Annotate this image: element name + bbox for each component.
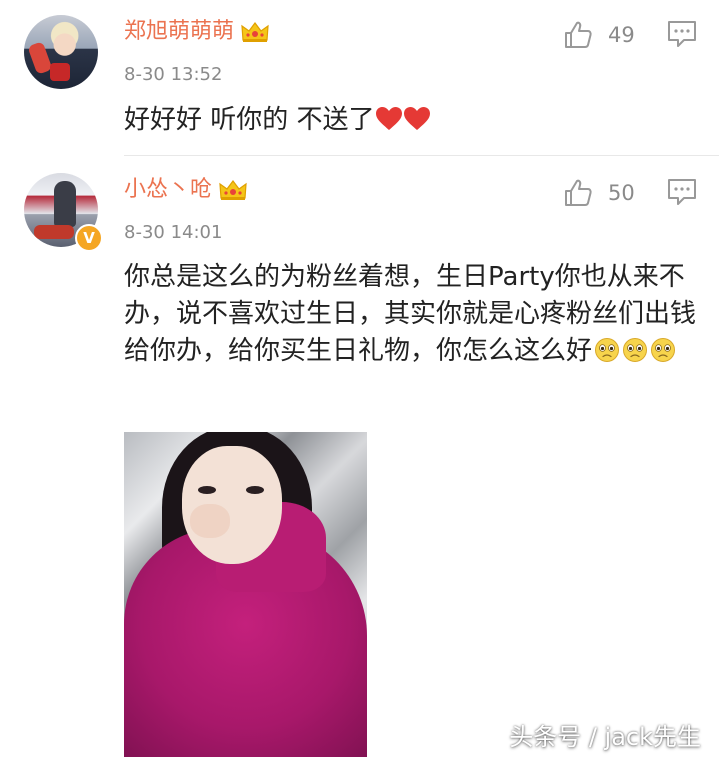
verified-badge: V — [75, 224, 103, 252]
avatar[interactable] — [24, 15, 98, 89]
photo-detail — [198, 486, 216, 494]
avatar-detail — [50, 63, 70, 81]
crown-icon — [241, 22, 269, 42]
crown-icon — [219, 180, 247, 200]
avatar-detail — [54, 181, 76, 227]
username[interactable]: 小怂丶呛 — [124, 176, 248, 204]
photo-detail — [182, 446, 282, 564]
comment-item: V 小怂丶呛 8-30 14:01 50 你总是这么的为粉丝着想，生日Party… — [0, 156, 719, 764]
like-button[interactable]: 49 — [562, 18, 635, 52]
reply-icon[interactable] — [667, 20, 697, 48]
photo-detail — [246, 486, 264, 494]
like-button[interactable]: 50 — [562, 176, 635, 210]
username-text[interactable]: 小怂丶呛 — [124, 177, 212, 202]
comment-photo[interactable] — [124, 432, 367, 757]
heart-icon — [403, 107, 430, 130]
like-count: 50 — [608, 181, 635, 205]
sad-face-icon — [651, 338, 676, 362]
comment-timestamp: 8-30 13:52 — [124, 64, 223, 85]
photo-detail — [190, 504, 230, 538]
watermark: 头条号 / jack先生 — [509, 723, 701, 751]
thumbs-up-icon[interactable] — [562, 177, 594, 209]
username-text[interactable]: 郑旭萌萌萌 — [124, 19, 234, 44]
avatar-detail — [27, 41, 53, 75]
like-count: 49 — [608, 23, 635, 47]
sad-face-icon — [623, 338, 648, 362]
reply-icon[interactable] — [667, 178, 697, 206]
thumbs-up-icon[interactable] — [562, 19, 594, 51]
username[interactable]: 郑旭萌萌萌 — [124, 18, 270, 46]
sad-face-icon — [595, 338, 620, 362]
comment-text: 好好好 听你的 不送了 — [124, 102, 704, 139]
comment-text-content: 好好好 听你的 不送了 — [124, 105, 375, 135]
comment-item: 郑旭萌萌萌 8-30 13:52 49 好好好 听你的 不送了 — [0, 0, 719, 156]
comment-timestamp: 8-30 14:01 — [124, 222, 223, 243]
comment-text: 你总是这么的为粉丝着想，生日Party你也从来不办，说不喜欢过生日，其实你就是心… — [124, 259, 704, 370]
heart-icon — [375, 107, 402, 130]
avatar-detail — [34, 225, 74, 239]
